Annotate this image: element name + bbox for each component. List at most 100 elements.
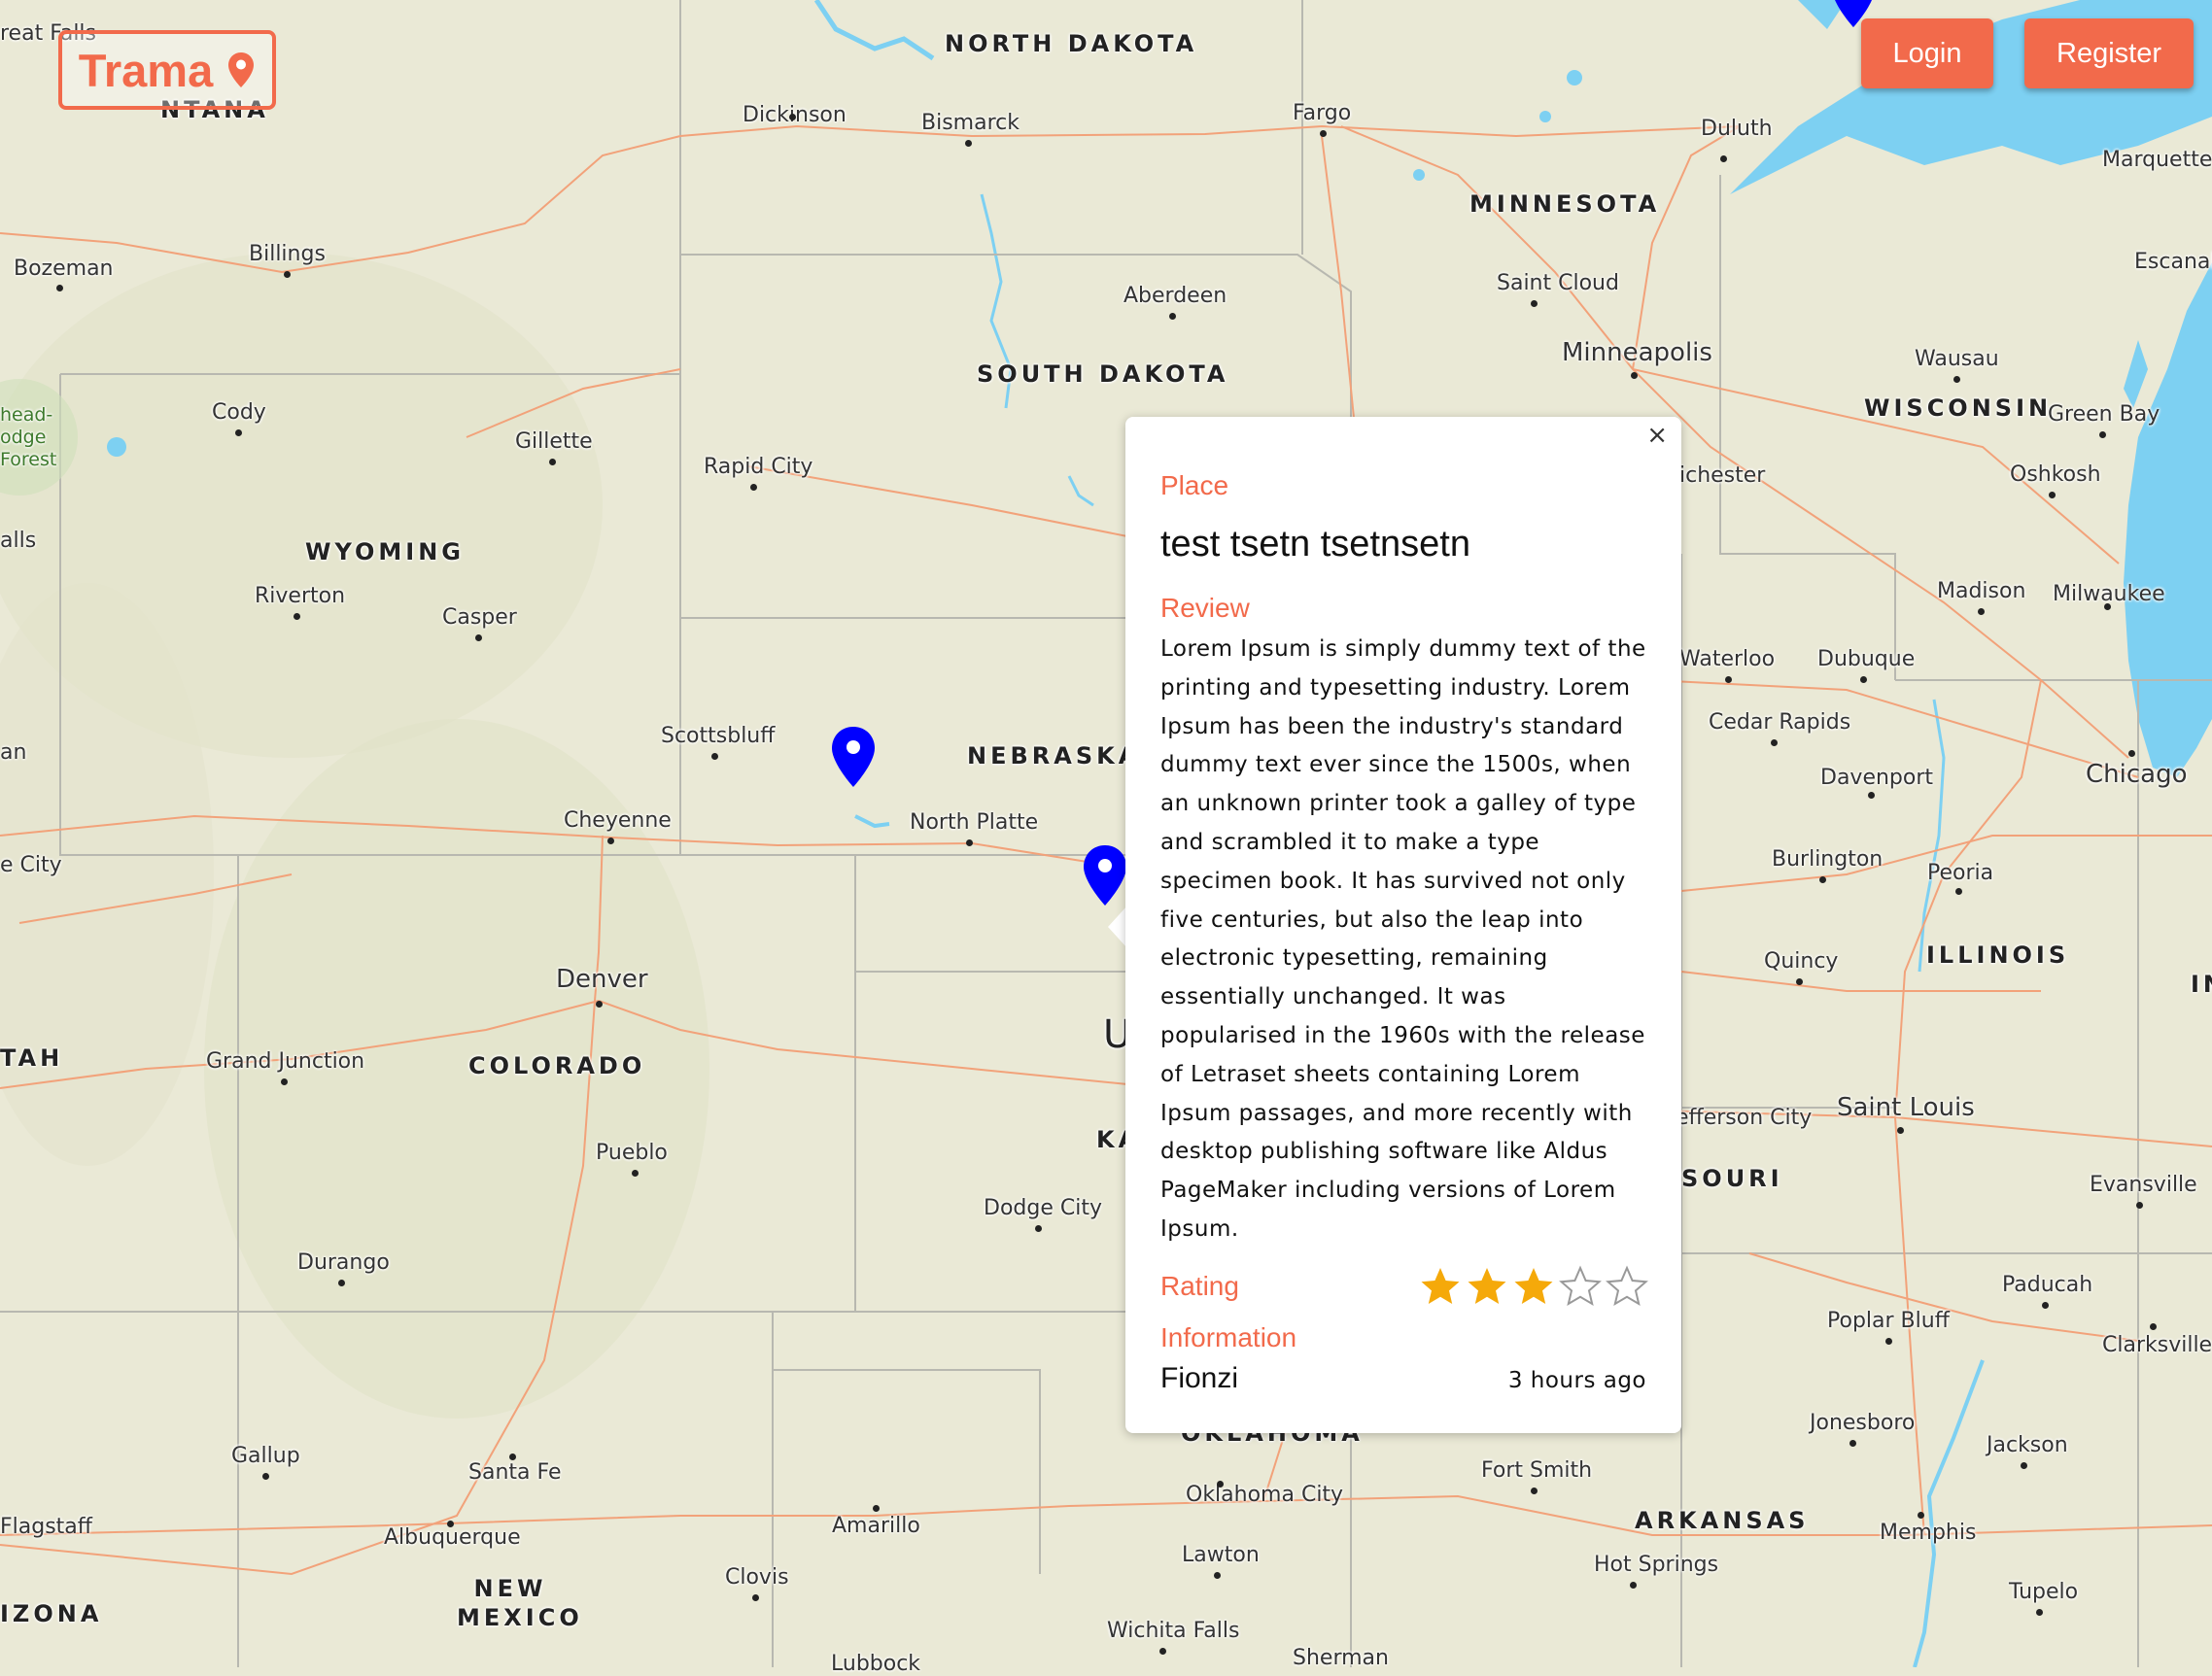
- register-button[interactable]: Register: [2024, 18, 2194, 88]
- state-label: SOUTH DAKOTA: [977, 360, 1229, 388]
- city-label: Dodge City: [984, 1196, 1102, 1220]
- city-dot: [1860, 676, 1867, 683]
- city-label: Quincy: [1764, 949, 1839, 974]
- city-label: Billings: [249, 242, 326, 266]
- city-dot: [1631, 372, 1638, 379]
- close-icon[interactable]: ×: [1646, 421, 1668, 450]
- state-label: TAH: [0, 1044, 64, 1072]
- state-label: NEW MEXICO: [457, 1575, 583, 1631]
- state-label: SOURI: [1681, 1165, 1783, 1192]
- city-dot: [1630, 1582, 1637, 1589]
- city-label: Cedar Rapids: [1709, 710, 1851, 735]
- city-dot: [1978, 608, 1985, 615]
- star-empty-icon: [1559, 1265, 1602, 1306]
- city-label: Burlington: [1772, 847, 1884, 872]
- city-label: Clovis: [725, 1565, 789, 1590]
- city-label: Aberdeen: [1123, 284, 1227, 308]
- city-dot: [966, 839, 973, 846]
- city-dot: [2136, 1202, 2143, 1209]
- city-dot: [632, 1170, 639, 1177]
- city-dot: [475, 634, 482, 641]
- place-name: test tsetn tsetnsetn: [1160, 524, 1470, 564]
- city-label: Waterloo: [1679, 647, 1776, 671]
- city-dot: [1217, 1481, 1224, 1488]
- city-label: Gillette: [515, 429, 593, 454]
- city-dot: [1796, 978, 1803, 985]
- city-label: Tupelo: [2009, 1580, 2079, 1604]
- city-label: efferson City: [1676, 1106, 1813, 1130]
- city-dot: [750, 484, 757, 491]
- city-label: Bismarck: [921, 111, 1020, 135]
- city-label: Saint Louis: [1837, 1093, 1975, 1122]
- city-dot: [1885, 1338, 1892, 1345]
- city-dot: [2021, 1462, 2027, 1469]
- state-label: WISCONSIN: [1864, 394, 2053, 422]
- city-label: Davenport: [1820, 766, 1934, 790]
- location-pin-icon: [228, 52, 255, 87]
- forest-label: head- odge Forest: [0, 404, 57, 470]
- city-dot: [789, 114, 796, 120]
- brand-logo[interactable]: Trama: [58, 30, 276, 110]
- city-label: Duluth: [1701, 117, 1773, 141]
- city-dot: [56, 285, 63, 291]
- city-dot: [1918, 1512, 1924, 1519]
- city-dot: [965, 140, 972, 147]
- city-dot: [1819, 876, 1826, 883]
- city-label: Milwaukee: [2053, 582, 2165, 606]
- city-label: an: [0, 740, 27, 765]
- city-label: Durango: [297, 1250, 390, 1275]
- city-dot: [509, 1454, 516, 1460]
- city-label: Peoria: [1927, 861, 1994, 885]
- state-label: COLORADO: [468, 1052, 646, 1079]
- city-dot: [596, 1001, 603, 1008]
- city-label: Gallup: [231, 1444, 300, 1468]
- city-label: Memphis: [1880, 1521, 1977, 1545]
- city-dot: [1169, 313, 1176, 320]
- state-label: WYOMING: [305, 538, 465, 565]
- city-dot: [752, 1594, 759, 1601]
- city-label: Riverton: [255, 584, 346, 608]
- state-label: NORTH DAKOTA: [945, 30, 1198, 57]
- city-label: Cody: [212, 400, 266, 425]
- city-label: Pueblo: [596, 1141, 668, 1165]
- state-label: ARKANSAS: [1635, 1507, 1810, 1534]
- city-label: Scottsbluff: [661, 724, 776, 748]
- city-dot: [1531, 300, 1538, 307]
- state-label: IZONA: [0, 1600, 103, 1627]
- star-filled-icon: [1421, 1267, 1460, 1304]
- city-label: Green Bay: [2048, 402, 2160, 427]
- city-label: Jonesboro: [1810, 1411, 1916, 1435]
- city-label: Madison: [1937, 579, 2026, 603]
- city-label: Rapid City: [704, 455, 813, 479]
- city-label: Poplar Bluff: [1827, 1309, 1950, 1333]
- timestamp: 3 hours ago: [1507, 1367, 1646, 1393]
- map[interactable]: NORTH DAKOTA SOUTH DAKOTA MINNESOTA WISC…: [0, 0, 2212, 1676]
- city-dot: [1955, 888, 1962, 895]
- city-label: Jackson: [1987, 1433, 2068, 1457]
- city-dot: [294, 613, 300, 620]
- city-label: Escanaba: [2134, 250, 2212, 274]
- city-dot: [1897, 1127, 1904, 1134]
- brand-name: Trama: [78, 44, 214, 96]
- city-dot: [1214, 1572, 1221, 1579]
- map-marker-pin-icon[interactable]: [1082, 843, 1128, 907]
- review-heading: Review: [1160, 593, 1250, 623]
- city-dot: [2099, 431, 2106, 438]
- city-label: Casper: [442, 605, 517, 630]
- city-label: Clarksville: [2102, 1333, 2212, 1357]
- city-dot: [607, 838, 614, 844]
- city-dot: [1159, 1648, 1166, 1655]
- city-dot: [711, 753, 718, 760]
- star-empty-icon: [1606, 1265, 1648, 1306]
- place-heading: Place: [1160, 470, 1229, 500]
- city-label: Bozeman: [14, 257, 114, 281]
- city-dot: [1320, 130, 1327, 137]
- city-label: Hot Springs: [1594, 1553, 1719, 1577]
- city-dot: [1771, 739, 1778, 746]
- city-label: Dubuque: [1817, 647, 1916, 671]
- city-dot: [2128, 750, 2135, 757]
- city-label: ichester: [1679, 463, 1766, 488]
- login-button[interactable]: Login: [1861, 18, 1993, 88]
- city-label: Lawton: [1182, 1543, 1260, 1567]
- map-marker-pin-icon[interactable]: [830, 725, 877, 789]
